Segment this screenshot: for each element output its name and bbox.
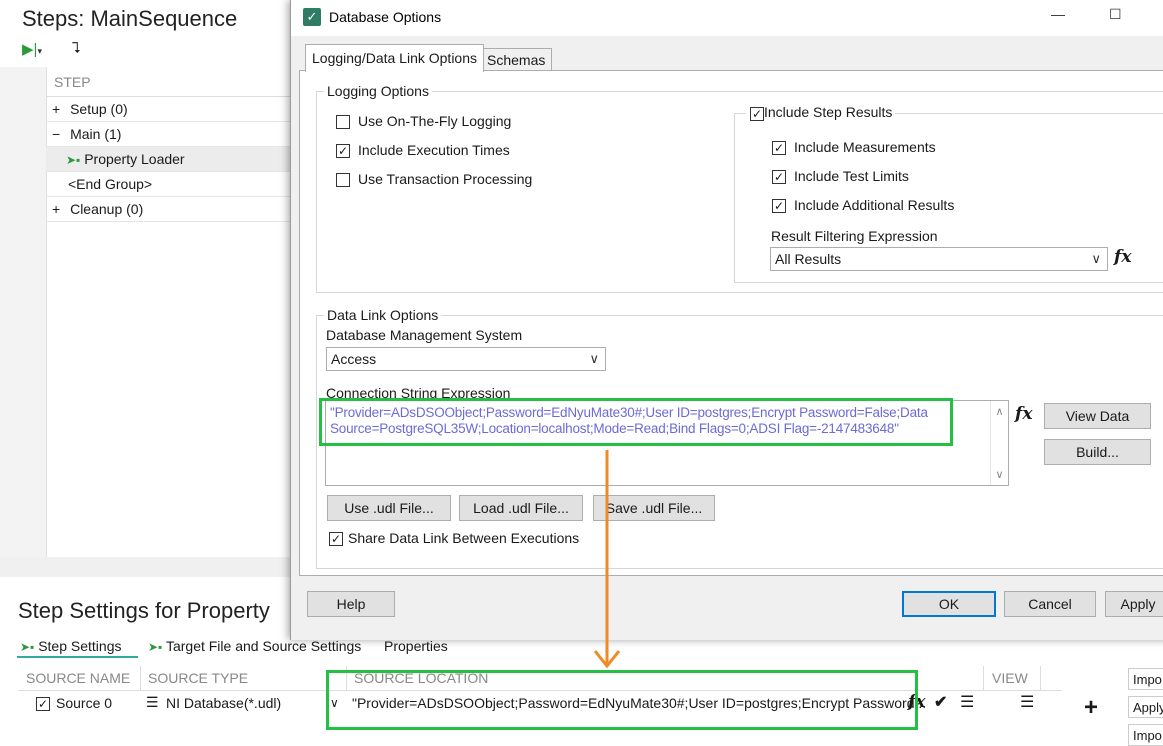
dbms-value: Access: [331, 351, 377, 367]
execution-times-checkbox[interactable]: ✓: [336, 144, 350, 158]
import-button-2[interactable]: Impo: [1128, 724, 1163, 746]
scrollbar[interactable]: ∧ ∨: [990, 401, 1008, 485]
tab-logging-data-link[interactable]: Logging/Data Link Options: [305, 44, 484, 72]
share-data-link-label: Share Data Link Between Executions: [348, 530, 580, 546]
source-checkbox[interactable]: ✓: [36, 697, 50, 711]
view-database-icon[interactable]: ☰: [1020, 692, 1034, 712]
additional-results-label: Include Additional Results: [794, 197, 955, 213]
col-divider: [983, 666, 984, 690]
col-view: VIEW: [992, 670, 1028, 686]
tree-label: Cleanup (0): [70, 201, 144, 217]
test-limits-checkbox[interactable]: ✓: [772, 170, 786, 184]
grid-header-step: STEP: [46, 67, 292, 97]
include-step-results-checkbox[interactable]: ✓: [750, 107, 764, 121]
include-step-results-label: Include Step Results: [746, 104, 896, 120]
arrow-step-icon: ➤▪: [148, 640, 163, 654]
ok-button[interactable]: OK: [902, 591, 996, 617]
highlight-connection-string: [319, 398, 953, 446]
tree-row-main[interactable]: − Main (1): [46, 122, 292, 147]
result-filter-label: Result Filtering Expression: [771, 228, 938, 244]
tree-row-property-loader[interactable]: ➤▪ Property Loader: [46, 147, 292, 172]
apply-side-button[interactable]: Apply: [1128, 696, 1163, 718]
scroll-up-icon[interactable]: ∧: [991, 405, 1008, 418]
collapse-icon[interactable]: −: [52, 126, 60, 142]
col-divider: [140, 666, 141, 690]
result-filter-value: All Results: [775, 251, 842, 267]
maximize-button[interactable]: ☐: [1109, 6, 1122, 23]
execution-times-label: Include Execution Times: [358, 142, 510, 158]
additional-results-checkbox[interactable]: ✓: [772, 199, 786, 213]
cancel-button[interactable]: Cancel: [1004, 591, 1096, 617]
step-settings-title: Step Settings for Property: [18, 598, 270, 623]
share-data-link-checkbox[interactable]: ✓: [329, 532, 343, 546]
use-udl-button[interactable]: Use .udl File...: [327, 495, 451, 521]
active-tab-indicator: [17, 656, 138, 658]
tree-label: Property Loader: [84, 151, 185, 167]
apply-button[interactable]: Apply: [1105, 591, 1163, 617]
database-icon: ☰: [146, 694, 159, 710]
source-type: NI Database(*.udl): [166, 695, 282, 711]
check-icon[interactable]: ✔: [934, 692, 947, 712]
tab-label: Step Settings: [38, 638, 122, 654]
transaction-processing-checkbox[interactable]: [336, 173, 350, 187]
tree-row-setup[interactable]: + Setup (0): [46, 97, 292, 122]
tree-label: <End Group>: [68, 176, 153, 192]
expand-icon[interactable]: +: [52, 101, 60, 117]
on-the-fly-checkbox[interactable]: [336, 115, 350, 129]
tree-row-end-group[interactable]: <End Group>: [46, 172, 292, 197]
chevron-down-icon: ∨: [589, 351, 599, 366]
expand-icon[interactable]: +: [52, 201, 60, 217]
chevron-down-icon: ∨: [1091, 251, 1101, 266]
splitter[interactable]: [0, 557, 292, 577]
tree-label: Main (1): [70, 126, 122, 142]
col-divider: [1040, 666, 1041, 690]
col-source-type: SOURCE TYPE: [148, 670, 249, 686]
col-source-name: SOURCE NAME: [26, 670, 131, 686]
step-into-icon[interactable]: ⮧: [72, 40, 81, 57]
result-filter-select[interactable]: All Results ∨: [770, 247, 1108, 271]
data-link-label: Data Link Options: [324, 307, 442, 323]
dbms-select[interactable]: Access ∨: [326, 347, 606, 371]
import-button[interactable]: Impo: [1128, 668, 1163, 690]
measurements-checkbox[interactable]: ✓: [772, 141, 786, 155]
transaction-processing-label: Use Transaction Processing: [358, 171, 533, 187]
measurements-label: Include Measurements: [794, 139, 936, 155]
dbms-label: Database Management System: [326, 327, 523, 343]
logging-options-label: Logging Options: [324, 83, 432, 99]
add-icon[interactable]: +: [1084, 694, 1098, 722]
fx-icon[interactable]: fx: [1114, 247, 1131, 267]
tab-step-settings[interactable]: ➤▪ Step Settings: [20, 636, 121, 657]
test-limits-label: Include Test Limits: [794, 168, 909, 184]
title-bar: ✓ Database Options — ☐: [291, 0, 1163, 36]
tree-label: Setup (0): [70, 101, 128, 117]
annotation-arrow: [593, 450, 621, 669]
tree-row-cleanup[interactable]: + Cleanup (0): [46, 197, 292, 222]
help-button[interactable]: Help: [307, 591, 395, 617]
minimize-button[interactable]: —: [1051, 6, 1065, 22]
grid-gutter: [0, 67, 47, 557]
fx-icon[interactable]: fx: [1015, 404, 1032, 424]
arrow-step-icon: ➤▪: [66, 153, 81, 167]
highlight-source-location: [326, 670, 918, 730]
scroll-down-icon[interactable]: ∨: [991, 468, 1008, 481]
run-icon[interactable]: ▶|▾: [22, 40, 42, 58]
load-udl-button[interactable]: Load .udl File...: [459, 495, 583, 521]
database-icon[interactable]: ☰: [960, 692, 974, 712]
tab-schemas[interactable]: Schemas: [480, 48, 553, 71]
dialog-title: Database Options: [329, 9, 442, 25]
arrow-step-icon: ➤▪: [20, 640, 35, 654]
app-check-icon: ✓: [303, 8, 321, 26]
tab-label: Target File and Source Settings: [165, 638, 362, 654]
database-options-dialog: ✓ Database Options — ☐ Logging/Data Link…: [290, 0, 1163, 640]
view-data-button[interactable]: View Data: [1044, 403, 1151, 429]
steps-title: Steps: MainSequence: [22, 6, 238, 31]
source-name: Source 0: [56, 695, 113, 711]
build-button[interactable]: Build...: [1044, 439, 1151, 465]
on-the-fly-label: Use On-The-Fly Logging: [358, 113, 512, 129]
